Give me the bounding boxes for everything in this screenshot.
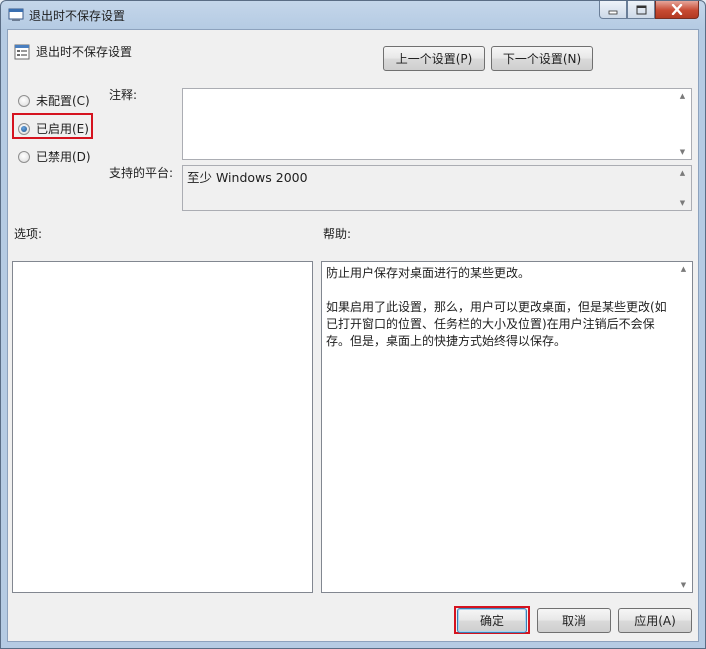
radio-label: 已禁用(D) [36,150,91,164]
scroll-down-icon[interactable]: ▼ [680,196,685,210]
options-label: 选项: [14,227,43,241]
scroll-down-icon[interactable]: ▼ [680,145,685,159]
window-title: 退出时不保存设置 [29,9,126,23]
radio-label: 未配置(C) [36,94,90,108]
previous-setting-button[interactable]: 上一个设置(P) [383,46,485,71]
platform-scrollbar[interactable]: ▲ ▼ [674,166,691,210]
help-label: 帮助: [323,227,352,241]
ok-button[interactable]: 确定 [457,608,527,633]
maximize-button[interactable] [627,1,655,19]
radio-disabled[interactable]: 已禁用(D) [18,148,91,165]
help-scrollbar[interactable]: ▲ ▼ [675,262,692,592]
policy-setting-icon [14,44,30,60]
minimize-button[interactable] [599,1,627,19]
platform-label: 支持的平台: [109,166,174,180]
comment-label: 注释: [109,88,138,102]
policy-dialog-window: 退出时不保存设置 退出时不保存设置 上一个设置(P) 下一个设置(N) 未配置(… [0,0,706,649]
comment-textbox[interactable]: ▲ ▼ [182,88,692,160]
scroll-up-icon[interactable]: ▲ [680,166,685,180]
help-paragraph-2: 如果启用了此设置，那么，用户可以更改桌面，但是某些更改(如已打开窗口的位置、任务… [326,300,667,348]
comment-scrollbar[interactable]: ▲ ▼ [674,89,691,159]
radio-not-configured[interactable]: 未配置(C) [18,92,90,109]
scroll-up-icon[interactable]: ▲ [681,262,686,276]
platform-value: 至少 Windows 2000 [187,170,308,185]
close-button[interactable] [655,1,699,19]
radio-circle[interactable] [18,122,30,135]
title-bar[interactable]: 退出时不保存设置 [1,1,705,29]
setting-name: 退出时不保存设置 [36,45,133,59]
maximize-icon [636,5,646,14]
cancel-button[interactable]: 取消 [537,608,611,633]
apply-button[interactable]: 应用(A) [618,608,692,633]
radio-label: 已启用(E) [36,122,89,136]
options-panel [12,261,313,593]
help-text: 防止用户保存对桌面进行的某些更改。如果启用了此设置，那么，用户可以更改桌面，但是… [326,265,672,350]
radio-circle[interactable] [18,94,30,107]
platform-textbox: 至少 Windows 2000 ▲ ▼ [182,165,692,211]
scroll-up-icon[interactable]: ▲ [680,89,685,103]
next-setting-button[interactable]: 下一个设置(N) [491,46,593,71]
help-paragraph-1: 防止用户保存对桌面进行的某些更改。 [326,266,531,280]
radio-circle[interactable] [18,150,30,163]
group-policy-icon [8,8,24,21]
close-icon [671,4,683,15]
help-panel[interactable]: 防止用户保存对桌面进行的某些更改。如果启用了此设置，那么，用户可以更改桌面，但是… [321,261,693,593]
dialog-client-area: 退出时不保存设置 上一个设置(P) 下一个设置(N) 未配置(C) 已启用(E)… [7,29,699,642]
scroll-down-icon[interactable]: ▼ [681,578,686,592]
minimize-icon [608,10,618,14]
radio-enabled[interactable]: 已启用(E) [18,120,89,137]
